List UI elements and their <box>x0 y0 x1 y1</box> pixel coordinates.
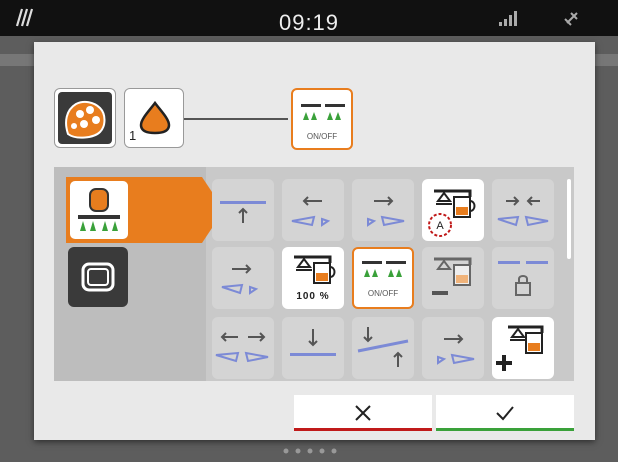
category-column <box>54 167 224 381</box>
boom-sections-icon <box>301 104 345 120</box>
section-on-off-icon[interactable]: ON/OFF <box>352 247 414 309</box>
confirm-icon <box>496 406 514 421</box>
assigned-function-tile[interactable]: ON/OFF <box>291 88 353 150</box>
display-frame-icon <box>81 262 115 292</box>
function-grid: A 100 % ON/OFF <box>212 167 564 381</box>
rate-100-label: 100 % <box>296 291 330 302</box>
boom-right-fold-in-icon[interactable] <box>352 179 414 241</box>
boom-tilt-icon[interactable] <box>352 317 414 379</box>
grid-scrollbar[interactable] <box>567 179 571 259</box>
cancel-icon <box>355 405 371 421</box>
category-tab-display[interactable] <box>68 247 128 307</box>
status-bar: 09:19 <box>0 0 618 36</box>
confirm-button[interactable] <box>436 395 574 431</box>
function-tile-label: ON/OFF <box>306 132 338 141</box>
rate-decrease-icon[interactable] <box>422 247 484 309</box>
cancel-button[interactable] <box>294 395 432 431</box>
boom-right-fold-out-icon[interactable] <box>422 317 484 379</box>
drop-shape-icon <box>139 100 171 135</box>
page-indicator <box>283 448 337 454</box>
boom-both-fold-out-icon[interactable] <box>212 317 274 379</box>
rate-100-percent-icon[interactable]: 100 % <box>282 247 344 309</box>
satellite-icon <box>564 12 578 26</box>
svg-text:A: A <box>436 220 444 232</box>
assign-function-dialog: 1 ON/OFF A 100 % ON/OFF <box>34 42 595 440</box>
boom-fold-up-icon[interactable] <box>212 179 274 241</box>
boom-lower-icon[interactable] <box>282 317 344 379</box>
machine-tile[interactable] <box>54 88 116 148</box>
section-on-off-label: ON/OFF <box>367 289 399 298</box>
signal-strength-icon <box>499 11 517 26</box>
machine-icon-bg <box>58 92 112 144</box>
button-slot-tile[interactable]: 1 <box>124 88 184 148</box>
auto-rate-control-icon[interactable]: A <box>422 179 484 241</box>
rate-increase-icon[interactable] <box>492 317 554 379</box>
category-tab-sprayer[interactable] <box>66 177 224 243</box>
clock: 09:19 <box>278 10 340 35</box>
sprayer-icon <box>70 181 128 239</box>
function-panel: A 100 % ON/OFF <box>54 167 574 381</box>
boom-lock-icon[interactable] <box>492 247 554 309</box>
dialog-buttons <box>294 395 575 431</box>
boom-left-fold-in-icon[interactable] <box>282 179 344 241</box>
section-number: 1 <box>129 128 137 143</box>
assignment-connector <box>184 118 288 120</box>
boom-right-fold-out-icon[interactable] <box>212 247 274 309</box>
hand-joystick-icon <box>65 100 106 139</box>
boom-both-fold-in-icon[interactable] <box>492 179 554 241</box>
